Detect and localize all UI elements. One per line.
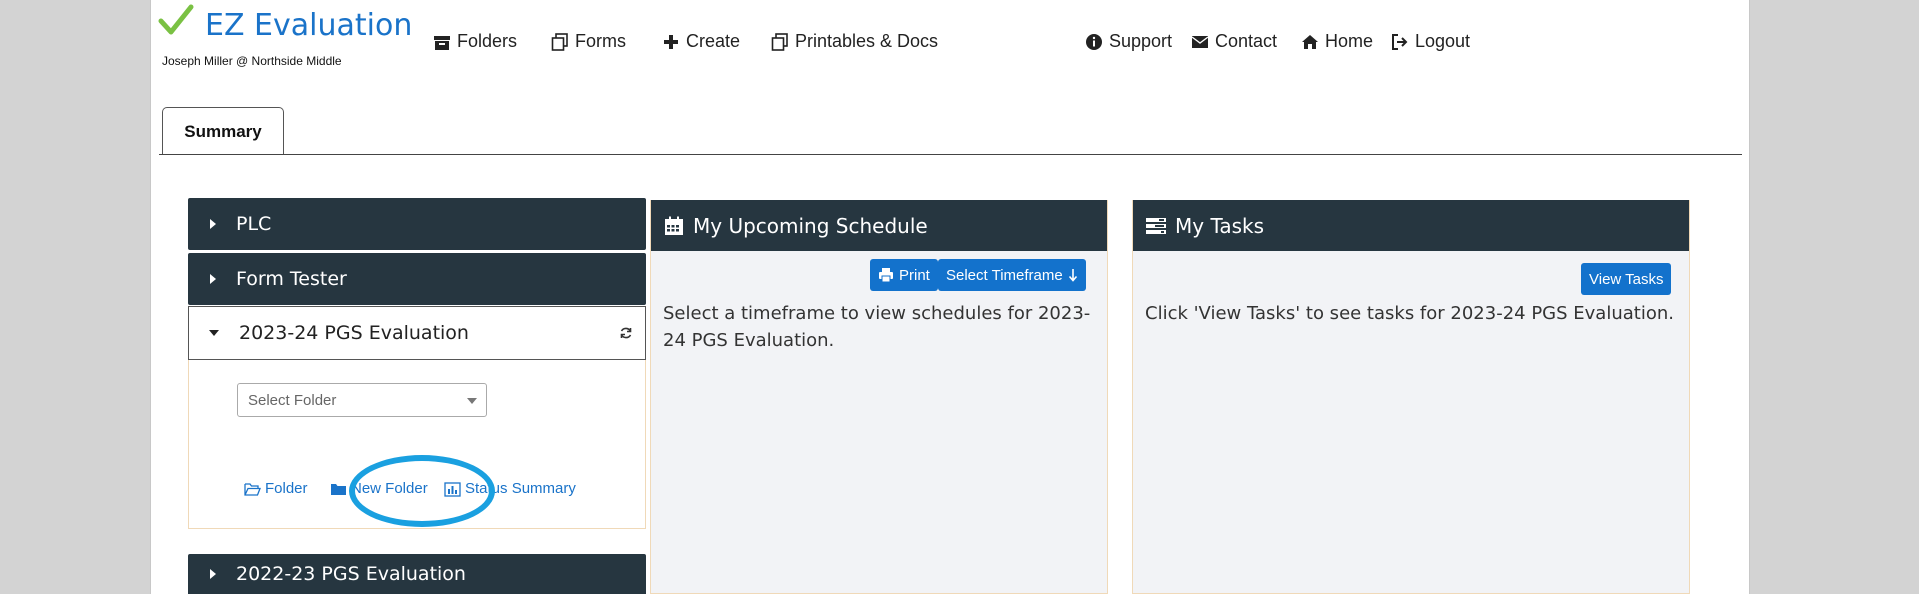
folder-link-label: Folder xyxy=(265,480,308,497)
view-tasks-button[interactable]: View Tasks xyxy=(1581,263,1672,295)
nav-folders[interactable]: Folders xyxy=(433,31,517,52)
sidebar-group-label: 2023-24 PGS Evaluation xyxy=(239,322,469,344)
nav-support-label: Support xyxy=(1109,31,1173,51)
printer-icon xyxy=(879,268,893,283)
sidebar-group-label: PLC xyxy=(236,213,272,235)
folder-select-placeholder: Select Folder xyxy=(248,391,337,409)
tasks-panel: My Tasks View Tasks Click 'View Tasks' t… xyxy=(1132,200,1690,594)
caret-down-icon xyxy=(209,330,219,336)
app-page: EZ Evaluation Joseph Miller @ Northside … xyxy=(150,0,1750,594)
new-folder-link-label: New Folder xyxy=(351,480,428,497)
caret-right-icon xyxy=(210,569,216,579)
nav-create-label: Create xyxy=(686,31,741,51)
nav-forms-label: Forms xyxy=(575,31,626,51)
tasks-panel-title: My Tasks xyxy=(1175,213,1265,238)
caret-right-icon xyxy=(210,219,216,229)
nav-logout-label: Logout xyxy=(1415,31,1471,51)
nav-logout[interactable]: Logout xyxy=(1391,31,1470,52)
app-title[interactable]: EZ Evaluation xyxy=(205,8,412,43)
nav-printables-label: Printables & Docs xyxy=(795,31,939,51)
refresh-icon[interactable] xyxy=(619,326,633,340)
sidebar-group-form-tester[interactable]: Form Tester xyxy=(188,253,646,305)
new-folder-link[interactable]: New Folder xyxy=(330,480,428,497)
folder-icon xyxy=(331,483,346,495)
status-summary-link-label: Status Summary xyxy=(465,480,576,497)
checkmark-logo-icon xyxy=(158,4,194,35)
schedule-message: Select a timeframe to view schedules for… xyxy=(663,303,1091,351)
tasks-panel-header: My Tasks xyxy=(1133,200,1689,251)
sidebar-group-2022-23-pgs[interactable]: 2022-23 PGS Evaluation xyxy=(188,554,646,594)
sidebar-group-body: Select Folder Folder New Folder Status S… xyxy=(188,360,646,529)
sidebar-group-2023-24-pgs[interactable]: 2023-24 PGS Evaluation xyxy=(188,306,646,360)
select-timeframe-button[interactable]: Select Timeframe xyxy=(938,259,1086,291)
nav-contact[interactable]: Contact xyxy=(1191,31,1277,52)
bar-chart-icon xyxy=(444,481,461,497)
tasks-message: Click 'View Tasks' to see tasks for 2023… xyxy=(1145,303,1674,324)
home-icon xyxy=(1302,34,1318,49)
caret-right-icon xyxy=(210,274,216,284)
nav-create[interactable]: Create xyxy=(662,31,740,52)
folder-link[interactable]: Folder xyxy=(244,480,308,497)
nav-home-label: Home xyxy=(1325,31,1374,51)
nav-forms[interactable]: Forms xyxy=(551,31,626,52)
sidebar-group-plc[interactable]: PLC xyxy=(188,198,646,250)
copy-icon xyxy=(551,32,568,51)
print-button-label: Print xyxy=(899,266,930,284)
copy-icon xyxy=(771,32,788,51)
tasks-list-icon xyxy=(1146,217,1166,234)
plus-icon xyxy=(664,34,678,49)
chevron-down-icon xyxy=(467,398,477,404)
sidebar-group-label: 2022-23 PGS Evaluation xyxy=(236,563,466,585)
sidebar-group-label: Form Tester xyxy=(236,268,347,290)
calendar-icon xyxy=(665,216,683,235)
schedule-panel: My Upcoming Schedule Print Select Timefr… xyxy=(650,200,1108,594)
arrow-down-icon xyxy=(1068,269,1077,282)
schedule-panel-header: My Upcoming Schedule xyxy=(651,200,1107,251)
nav-home[interactable]: Home xyxy=(1301,31,1373,52)
nav-folders-label: Folders xyxy=(457,31,518,51)
archive-box-icon xyxy=(434,35,450,50)
folder-open-icon xyxy=(244,482,261,496)
folder-select[interactable]: Select Folder xyxy=(237,383,487,417)
tab-summary[interactable]: Summary xyxy=(162,107,284,155)
nav-support[interactable]: Support xyxy=(1085,31,1172,52)
info-circle-icon xyxy=(1086,33,1102,50)
select-timeframe-label: Select Timeframe xyxy=(946,266,1063,284)
logout-icon xyxy=(1392,33,1408,50)
print-button[interactable]: Print xyxy=(870,259,938,291)
schedule-panel-title: My Upcoming Schedule xyxy=(693,213,928,238)
nav-contact-label: Contact xyxy=(1215,31,1278,51)
current-user: Joseph Miller @ Northside Middle xyxy=(162,54,342,68)
status-summary-link[interactable]: Status Summary xyxy=(444,480,576,497)
envelope-icon xyxy=(1191,35,1209,48)
nav-printables[interactable]: Printables & Docs xyxy=(771,31,938,52)
tab-divider xyxy=(159,154,1742,155)
